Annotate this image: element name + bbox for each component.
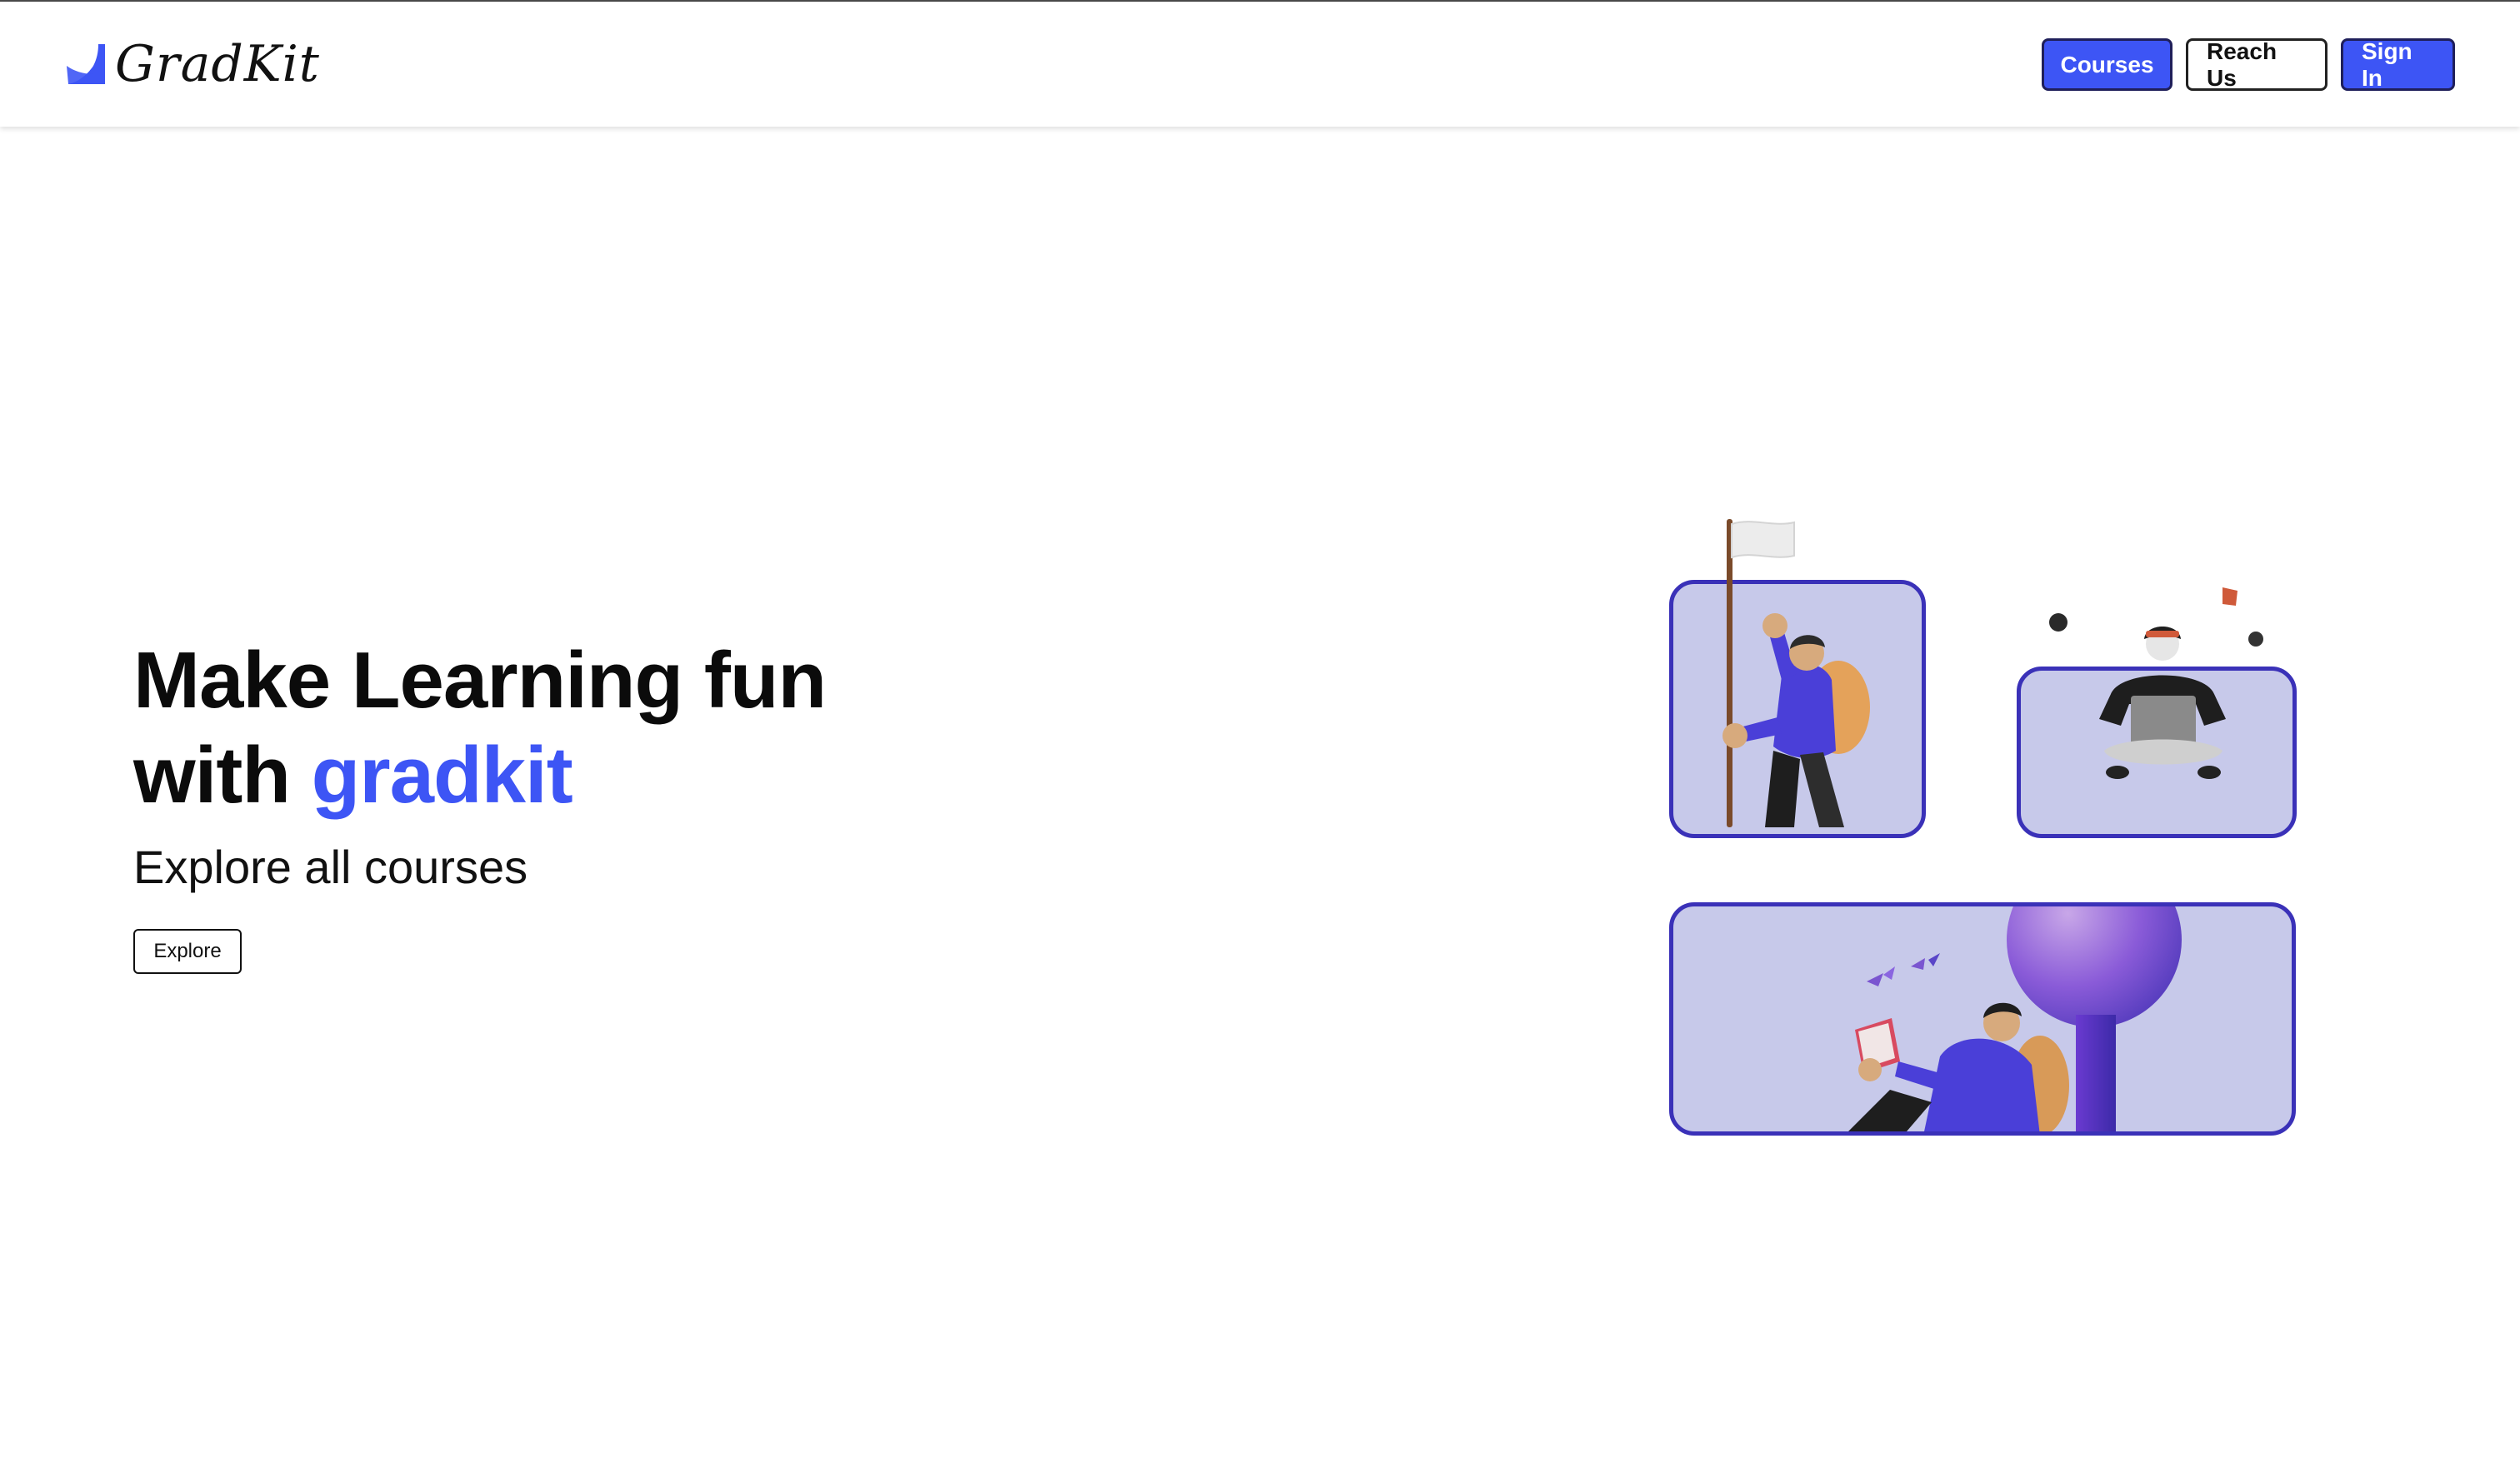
person-with-laptop-illustration [2049, 587, 2263, 779]
hero-section: Make Learning fun with gradkit Explore a… [133, 633, 1133, 974]
boat-sail-icon [67, 44, 105, 84]
hero-title: Make Learning fun with gradkit [133, 633, 1133, 823]
brand-logo[interactable]: GradKit [65, 35, 320, 93]
reader-card [1669, 902, 2296, 1136]
hero-title-line1: Make Learning fun [133, 636, 827, 725]
laptop-card [2017, 587, 2297, 838]
sign-in-button[interactable]: Sign In [2341, 38, 2455, 91]
explore-button[interactable]: Explore [133, 929, 242, 974]
hero-title-line2-prefix: with [133, 731, 312, 820]
nav-buttons: Courses Reach Us Sign In [2042, 38, 2455, 91]
person-reading-illustration [1848, 906, 2182, 1131]
courses-button[interactable]: Courses [2042, 38, 2172, 91]
hiker-card [1669, 519, 1926, 838]
hero-title-accent: gradkit [311, 731, 573, 820]
brand-name: GradKit [115, 35, 320, 93]
navbar: GradKit Courses Reach Us Sign In [0, 2, 2520, 127]
reach-us-button[interactable]: Reach Us [2186, 38, 2328, 91]
hiker-with-flag-illustration [1722, 519, 1870, 827]
hero-subtitle: Explore all courses [133, 841, 528, 893]
